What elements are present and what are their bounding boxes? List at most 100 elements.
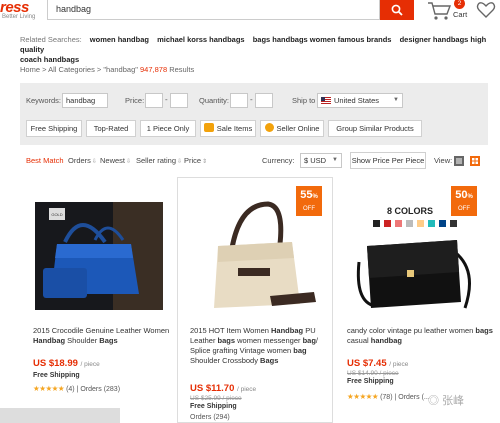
cart-label[interactable]: Cart — [453, 10, 467, 19]
free-shipping-label: Free Shipping — [190, 403, 237, 410]
price-label: Price: — [125, 96, 145, 105]
breadcrumb-path[interactable]: Home > All Categories > "handbag" — [20, 65, 138, 74]
keywords-label: Keywords: — [26, 96, 62, 105]
currency-label: Currency: — [262, 156, 295, 165]
sort-seller-rating[interactable]: Seller rating⇩ — [136, 156, 182, 165]
breadcrumb: Home > All Categories > "handbag" 947,87… — [20, 65, 194, 74]
related-search-link[interactable]: bags handbags women famous brands — [253, 35, 392, 44]
title-text: women messenger — [235, 336, 303, 345]
wishlist-heart-icon[interactable] — [476, 0, 496, 20]
discount-off-label: OFF — [458, 206, 470, 212]
seller-online-label: Seller Online — [276, 124, 320, 133]
title-text: Shoulder — [65, 336, 100, 345]
product-image[interactable] — [188, 198, 324, 318]
quantity-max-input[interactable] — [255, 93, 273, 108]
chevron-down-icon: ▼ — [332, 157, 338, 163]
related-search-link[interactable]: coach handbags — [20, 55, 79, 64]
orders-count: | Orders (... — [394, 394, 430, 401]
price-value: US $18.99 — [33, 358, 78, 369]
title-text: Shoulder Crossbody — [190, 356, 261, 365]
title-text: casual — [347, 336, 371, 345]
product-price: US $11.70 / piece — [190, 383, 256, 394]
price-min-input[interactable] — [145, 93, 163, 108]
sort-arrow-icon: ⇩ — [126, 159, 132, 165]
sort-arrow-icon: ⇕ — [202, 159, 208, 165]
product-card[interactable]: 55% OFF 2015 HOT Item Women Handbag PU L… — [177, 177, 333, 423]
search-input-value: handbag — [56, 4, 92, 14]
free-shipping-label: Free Shipping — [33, 372, 80, 379]
title-text: candy color vintage pu leather women — [347, 326, 476, 335]
quantity-min-input[interactable] — [230, 93, 248, 108]
related-search-link[interactable]: women handbag — [90, 35, 149, 44]
grid-view-icon[interactable] — [470, 156, 480, 166]
seller-online-filter[interactable]: Seller Online — [260, 120, 324, 137]
product-card[interactable]: 8 COLORS 50% OFF candy color vintage pu … — [334, 177, 493, 423]
discount-value: 50 — [455, 189, 468, 201]
watermark-icon: ◎ — [428, 395, 443, 407]
cart-icon[interactable] — [425, 0, 453, 22]
title-keyword: Bags — [99, 336, 118, 345]
search-input[interactable]: handbag — [47, 0, 380, 20]
discount-badge: 55% OFF — [296, 186, 322, 216]
product-image[interactable] — [345, 232, 481, 314]
watermark-label: 张峰 — [442, 395, 465, 407]
sort-orders-label: Orders — [68, 156, 91, 165]
sort-newest-label: Newest — [100, 156, 126, 165]
free-shipping-label: Free Shipping — [347, 378, 394, 385]
title-keyword: bags — [475, 326, 493, 335]
rating-count[interactable]: (78) — [380, 394, 392, 401]
title-keyword: bag — [302, 336, 316, 345]
sort-bar: Best Match Orders⇩ Newest⇩ Seller rating… — [20, 152, 488, 170]
currency-value: $ USD — [304, 156, 327, 165]
sort-orders[interactable]: Orders⇩ — [68, 156, 97, 165]
sale-items-filter[interactable]: Sale Items — [200, 120, 256, 137]
watermark-text: ◎ 张峰 — [428, 392, 464, 408]
logo-tagline: Better Living — [2, 14, 36, 20]
price-value: US $7.45 — [347, 358, 387, 369]
chevron-down-icon: ▼ — [393, 97, 399, 103]
original-price: US $25.99 / piece — [190, 395, 242, 402]
product-title[interactable]: 2015 HOT Item Women Handbag PU Leather b… — [190, 326, 338, 366]
group-similar-products-filter[interactable]: Group Similar Products — [328, 120, 422, 137]
show-price-per-piece-button[interactable]: Show Price Per Piece — [350, 152, 426, 169]
rating-stars-icon: ★★★★★ — [33, 384, 65, 393]
product-image[interactable]: GOLD — [35, 202, 163, 310]
product-card[interactable]: GOLD 2015 Crocodile Genuine Leather Wome… — [20, 177, 176, 423]
title-keyword: Handbag — [271, 326, 304, 335]
rating-stars-icon: ★★★★★ — [347, 392, 379, 401]
sort-newest[interactable]: Newest⇩ — [100, 156, 131, 165]
title-keyword: bags — [217, 336, 236, 345]
orders-count: | Orders (283) — [76, 386, 121, 393]
sort-best-match[interactable]: Best Match — [26, 156, 64, 165]
related-search-link[interactable]: michael korss handbags — [157, 35, 245, 44]
one-piece-only-filter[interactable]: 1 Piece Only — [140, 120, 196, 137]
cart-count-badge: 2 — [454, 0, 465, 9]
title-text: 2015 HOT Item Women — [190, 326, 272, 335]
eight-colors-label: 8 COLORS — [387, 206, 434, 216]
ship-to-select[interactable]: United States ▼ — [317, 93, 403, 108]
price-max-input[interactable] — [170, 93, 188, 108]
product-title[interactable]: 2015 Crocodile Genuine Leather Women Han… — [33, 326, 181, 346]
top-rated-filter[interactable]: Top-Rated — [86, 120, 136, 137]
related-searches-label: Related Searches: — [20, 35, 82, 44]
title-keyword: bag — [293, 346, 307, 355]
filter-row-inputs: Keywords: handbag Price: - Quantity: - S… — [20, 92, 488, 112]
sort-arrow-icon: ⇩ — [177, 159, 183, 165]
list-view-icon[interactable] — [454, 156, 464, 166]
keywords-input[interactable]: handbag — [62, 93, 108, 108]
product-rating: ★★★★★ (4) | Orders (283) — [33, 384, 120, 393]
price-unit: / piece — [389, 361, 409, 368]
scrollbar-track[interactable] — [0, 408, 120, 423]
product-rating: ★★★★★ (78) | Orders (... — [347, 392, 430, 401]
quantity-range-dash: - — [250, 95, 253, 104]
free-shipping-filter[interactable]: Free Shipping — [26, 120, 82, 137]
rating-count[interactable]: (4) — [66, 386, 75, 393]
ship-to-label: Ship to — [292, 96, 316, 105]
filter-panel: Keywords: handbag Price: - Quantity: - S… — [20, 83, 488, 145]
sort-price[interactable]: Price⇕ — [184, 156, 207, 165]
search-button[interactable] — [380, 0, 414, 20]
sale-items-label: Sale Items — [216, 124, 253, 133]
product-title[interactable]: candy color vintage pu leather women bag… — [347, 326, 495, 346]
sort-seller-rating-label: Seller rating — [136, 156, 177, 165]
currency-select[interactable]: $ USD ▼ — [300, 153, 342, 168]
